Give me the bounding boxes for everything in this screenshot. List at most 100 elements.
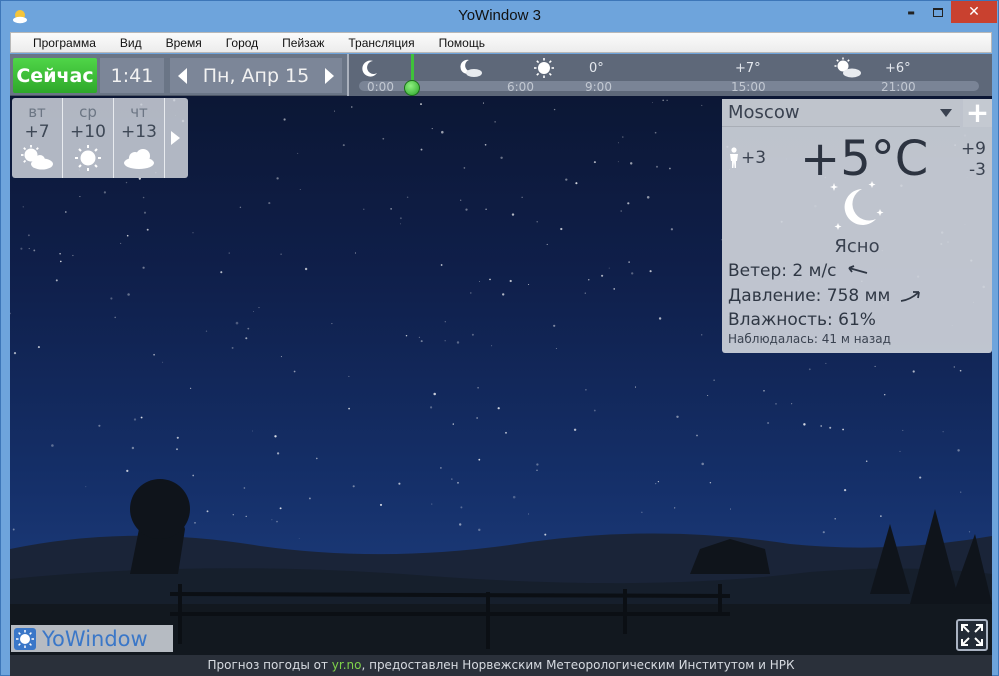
forecast-day-temp: +13 xyxy=(121,122,157,142)
star xyxy=(803,423,806,426)
time-bar: Сейчас 1:41 Пн, Апр 15 0° +7° +6° 0:00 6… xyxy=(10,54,992,96)
close-button[interactable]: ✕ xyxy=(951,1,997,23)
star xyxy=(511,213,515,216)
star xyxy=(593,409,596,412)
star xyxy=(767,421,770,425)
menu-program[interactable]: Программа xyxy=(21,36,108,50)
star xyxy=(334,110,336,112)
forecast-day-name: чт xyxy=(130,103,148,121)
star xyxy=(497,407,500,410)
temp-high: +9 xyxy=(960,139,986,159)
star xyxy=(491,345,493,347)
timeline-label-21: 21:00 xyxy=(881,80,916,94)
star xyxy=(280,253,282,255)
menu-help[interactable]: Помощь xyxy=(427,36,497,50)
star xyxy=(912,370,915,373)
add-city-button[interactable]: + xyxy=(963,99,992,127)
star xyxy=(98,424,101,427)
minimize-icon: ▬ xyxy=(907,7,915,17)
now-button[interactable]: Сейчас xyxy=(13,58,97,93)
menu-broadcast[interactable]: Трансляция xyxy=(336,36,426,50)
star xyxy=(575,182,578,185)
feels-like-temp: +3 xyxy=(741,148,767,168)
weather-view: Сейчас 1:41 Пн, Апр 15 0° +7° +6° 0:00 6… xyxy=(10,54,992,676)
person-icon xyxy=(730,147,738,168)
next-day-icon[interactable] xyxy=(325,67,334,84)
star xyxy=(140,416,143,419)
star xyxy=(72,254,74,257)
star xyxy=(471,333,474,336)
chevron-right-icon xyxy=(170,131,180,145)
menu-landscape[interactable]: Пейзаж xyxy=(270,36,336,50)
star xyxy=(820,425,823,427)
star xyxy=(489,278,491,281)
star xyxy=(22,206,24,208)
star xyxy=(553,324,556,327)
star xyxy=(13,352,17,355)
star xyxy=(162,361,164,363)
previous-day-icon[interactable] xyxy=(178,67,187,84)
forecast-day-name: ср xyxy=(79,103,97,121)
fullscreen-icon xyxy=(961,624,983,646)
star xyxy=(228,252,230,254)
forecast-day[interactable]: вт +7 xyxy=(12,98,63,178)
star xyxy=(628,261,630,263)
star xyxy=(622,136,624,138)
yr-no-link[interactable]: yr.no xyxy=(332,658,362,672)
forecast-day[interactable]: чт +13 xyxy=(114,98,165,178)
star xyxy=(494,121,496,123)
star xyxy=(133,418,137,421)
star xyxy=(28,248,30,250)
minimize-button[interactable]: ▬ xyxy=(897,1,925,23)
fullscreen-button[interactable] xyxy=(956,619,988,651)
menu-view[interactable]: Вид xyxy=(108,36,154,50)
forecast-day-temp: +7 xyxy=(24,122,50,142)
star xyxy=(502,293,505,296)
timeline[interactable]: 0° +7° +6° 0:00 6:00 9:00 15:00 21:00 xyxy=(347,54,992,96)
star xyxy=(192,232,194,234)
star xyxy=(608,267,610,269)
star xyxy=(283,118,286,121)
moon-icon xyxy=(362,60,377,77)
star xyxy=(431,128,433,130)
timeline-handle[interactable] xyxy=(404,80,420,96)
title-bar[interactable]: YoWindow 3 ▬ ✕ xyxy=(1,1,998,31)
cloud-icon xyxy=(124,149,154,169)
star xyxy=(142,196,145,199)
forecast-day[interactable]: ср +10 xyxy=(63,98,114,178)
star xyxy=(304,267,308,271)
star xyxy=(143,211,147,214)
window-title: YoWindow 3 xyxy=(458,7,541,24)
star xyxy=(470,292,472,294)
star xyxy=(654,131,657,134)
menu-time[interactable]: Время xyxy=(154,36,214,50)
star xyxy=(477,386,479,389)
star xyxy=(713,379,715,381)
star xyxy=(125,181,128,184)
star xyxy=(465,208,468,211)
yowindow-logo[interactable]: YoWindow xyxy=(11,625,173,652)
star xyxy=(441,130,444,134)
star xyxy=(27,234,30,237)
menu-city[interactable]: Город xyxy=(214,36,270,50)
star xyxy=(652,101,654,103)
star xyxy=(631,272,634,275)
chevron-down-icon[interactable] xyxy=(940,109,952,117)
star xyxy=(460,199,462,201)
star xyxy=(420,148,423,151)
star xyxy=(521,196,523,198)
maximize-button[interactable] xyxy=(925,1,951,23)
star xyxy=(331,323,333,325)
city-selector[interactable]: Moscow xyxy=(722,99,960,127)
timeline-label-6: 6:00 xyxy=(507,80,534,94)
star xyxy=(825,362,827,364)
forecast-next-button[interactable] xyxy=(165,98,185,178)
current-time[interactable]: 1:41 xyxy=(100,58,164,93)
moon-cloud-icon xyxy=(460,59,482,77)
star xyxy=(669,167,671,170)
star xyxy=(293,370,296,373)
temp-low: -3 xyxy=(969,160,986,180)
star xyxy=(114,316,116,319)
star xyxy=(351,106,353,108)
star xyxy=(55,279,58,282)
